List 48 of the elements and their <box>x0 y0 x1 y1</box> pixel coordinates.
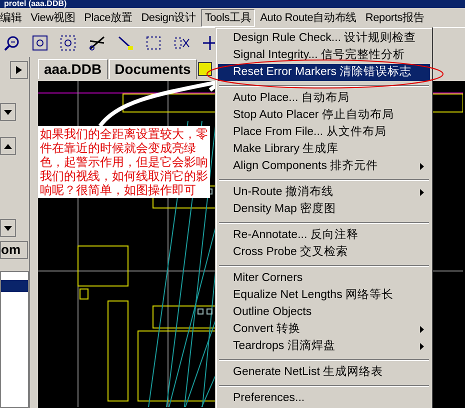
menu-item[interactable]: Stop Auto Placer 停止自动布局 <box>218 107 430 124</box>
annotation-note: 如果我们的全距离设置较大，零件在靠近的时候就会变成亮绿色，起警示作用，但是它会影响我们的视线，如何线取消它的影响呢？很简单，如图操作即可 <box>38 126 210 198</box>
menu-item[interactable]: Preferences... <box>218 390 430 407</box>
menu-item[interactable]: Miter Corners <box>218 270 430 287</box>
selection-icon[interactable] <box>146 34 162 50</box>
menu-item[interactable]: Signal Integrity... 信号完整性分析 <box>218 47 430 64</box>
pcb-document-icon[interactable] <box>198 62 212 76</box>
window-title: protel (aaa.DDB) <box>3 0 68 8</box>
menu-bar-item[interactable]: 编辑 <box>0 8 26 26</box>
menu-item[interactable]: Reset Error Markers 清除错误标志 <box>218 64 430 81</box>
menu-item[interactable]: Align Components 排齐元件 <box>218 158 430 175</box>
menu-bar-item[interactable]: Tools工具 <box>200 8 256 26</box>
menu-bar-item[interactable]: Design设计 <box>137 8 200 26</box>
panel-button[interactable]: om <box>0 241 28 259</box>
move-icon[interactable] <box>202 34 218 50</box>
dropdown-arrow-button[interactable] <box>0 219 16 237</box>
menu-bar-item[interactable]: Place放置 <box>80 8 136 26</box>
menu-item[interactable]: Un-Route 撤消布线 <box>218 184 430 201</box>
up-arrow-icon <box>4 144 12 148</box>
menu-item[interactable]: Re-Annotate... 反向注释 <box>218 227 430 244</box>
deselect-icon[interactable] <box>174 34 190 50</box>
menu-item[interactable]: Auto Place... 自动布局 <box>218 90 430 107</box>
menu-item[interactable]: Make Library 生成库 <box>218 141 430 158</box>
menu-bar-item[interactable]: Reports报告 <box>361 8 428 26</box>
scroll-up-button[interactable] <box>0 137 16 155</box>
scroll-right-button[interactable] <box>10 61 28 79</box>
zoom-fit-icon[interactable] <box>32 34 48 50</box>
menu-item[interactable]: Generate NetList 生成网络表 <box>218 364 430 381</box>
menu-item[interactable]: Design Rule Check... 设计规则检查 <box>218 30 430 47</box>
zoom-out-icon[interactable] <box>4 34 20 50</box>
menu-item[interactable]: Convert 转换 <box>218 321 430 338</box>
menu-item[interactable]: Density Map 密度图 <box>218 201 430 218</box>
menu-item[interactable]: Place From File... 从文件布局 <box>218 124 430 141</box>
down-arrow-icon <box>4 110 12 114</box>
menu-item[interactable]: Cross Probe 交叉检索 <box>218 244 430 261</box>
line-tool-icon[interactable] <box>118 34 134 50</box>
dropdown-arrow-button[interactable] <box>0 103 16 121</box>
document-tab[interactable]: aaa.DDB <box>38 59 108 79</box>
document-tab[interactable]: Documents <box>108 59 197 79</box>
zoom-area-icon[interactable] <box>60 34 76 50</box>
menu-item[interactable]: Teardrops 泪滴焊盘 <box>218 338 430 355</box>
menu-bar-item[interactable]: View视图 <box>26 8 80 26</box>
menu-item[interactable]: Outline Objects <box>218 304 430 321</box>
down-arrow-icon <box>4 226 12 230</box>
scissors-icon[interactable] <box>88 34 106 50</box>
menu-item[interactable]: Equalize Net Lengths 网络等长 <box>218 287 430 304</box>
menu-bar-item[interactable]: Auto Route自动布线 <box>256 8 360 26</box>
right-arrow-icon <box>16 66 22 74</box>
